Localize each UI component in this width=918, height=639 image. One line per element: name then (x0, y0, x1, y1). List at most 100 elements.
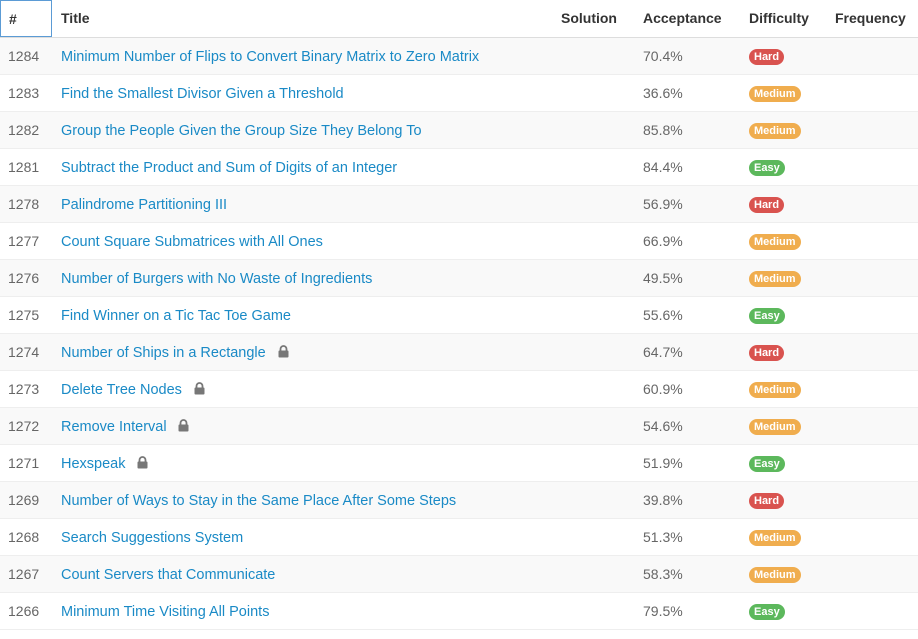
acceptance-rate: 85.8% (643, 122, 683, 138)
acceptance-rate: 54.6% (643, 418, 683, 434)
difficulty-cell: Easy (749, 149, 785, 186)
problem-title-link[interactable]: Find Winner on a Tic Tac Toe Game (61, 308, 291, 324)
difficulty-cell: Hard (749, 186, 785, 223)
problem-title-cell: Minimum Number of Flips to Convert Binar… (61, 38, 479, 75)
problem-title-link[interactable]: Number of Ships in a Rectangle (61, 345, 266, 361)
acceptance-rate: 51.3% (643, 529, 683, 545)
problem-title-link[interactable]: Find the Smallest Divisor Given a Thresh… (61, 86, 344, 102)
difficulty-cell: Easy (749, 445, 785, 482)
table-row: 1268 Search Suggestions System 51.3% Med… (0, 519, 918, 556)
problem-title-cell: Minimum Time Visiting All Points (61, 593, 269, 630)
problem-number: 1268 (8, 529, 40, 545)
problem-title-cell: Number of Ways to Stay in the Same Place… (61, 482, 456, 519)
difficulty-cell: Hard (749, 334, 785, 371)
problem-title-link[interactable]: Count Square Submatrices with All Ones (61, 234, 323, 250)
acceptance-rate: 49.5% (643, 270, 683, 286)
problem-title-cell: Delete Tree Nodes (61, 371, 205, 408)
difficulty-badge: Easy (749, 160, 785, 177)
problem-title-cell: Subtract the Product and Sum of Digits o… (61, 149, 397, 186)
difficulty-badge: Easy (749, 604, 785, 621)
acceptance-rate: 66.9% (643, 233, 683, 249)
problem-title-link[interactable]: Group the People Given the Group Size Th… (61, 123, 422, 139)
problem-title-link[interactable]: Minimum Number of Flips to Convert Binar… (61, 49, 479, 65)
table-row: 1267 Count Servers that Communicate 58.3… (0, 556, 918, 593)
difficulty-cell: Medium (749, 408, 801, 445)
difficulty-cell: Medium (749, 556, 801, 593)
problem-number: 1282 (8, 122, 40, 138)
problem-table: # Title Solution Acceptance Difficulty F… (0, 0, 918, 630)
problem-number: 1274 (8, 344, 40, 360)
problem-title-cell: Find Winner on a Tic Tac Toe Game (61, 297, 291, 334)
table-row: 1272 Remove Interval 54.6% Medium (0, 408, 918, 445)
difficulty-badge: Medium (749, 234, 801, 251)
difficulty-badge: Easy (749, 456, 785, 473)
difficulty-badge: Hard (749, 493, 785, 510)
column-header-difficulty-label: Difficulty (749, 10, 809, 26)
acceptance-rate: 56.9% (643, 196, 683, 212)
difficulty-cell: Medium (749, 223, 801, 260)
table-row: 1275 Find Winner on a Tic Tac Toe Game 5… (0, 297, 918, 334)
difficulty-badge: Medium (749, 86, 801, 103)
column-header-difficulty[interactable]: Difficulty (749, 0, 809, 37)
table-row: 1273 Delete Tree Nodes 60.9% Medium (0, 371, 918, 408)
column-header-acceptance[interactable]: Acceptance (643, 0, 722, 37)
column-header-number[interactable]: # (0, 0, 52, 37)
acceptance-rate: 58.3% (643, 566, 683, 582)
table-row: 1281 Subtract the Product and Sum of Dig… (0, 149, 918, 186)
difficulty-badge: Medium (749, 567, 801, 584)
problem-title-link[interactable]: Hexspeak (61, 456, 125, 472)
difficulty-cell: Medium (749, 260, 801, 297)
acceptance-rate: 70.4% (643, 48, 683, 64)
table-row: 1271 Hexspeak 51.9% Easy (0, 445, 918, 482)
problem-title-link[interactable]: Search Suggestions System (61, 530, 243, 546)
table-header: # Title Solution Acceptance Difficulty F… (0, 0, 918, 38)
lock-icon (278, 344, 289, 358)
problem-title-link[interactable]: Number of Burgers with No Waste of Ingre… (61, 271, 372, 287)
problem-title-cell: Find the Smallest Divisor Given a Thresh… (61, 75, 344, 112)
problem-number: 1275 (8, 307, 40, 323)
difficulty-badge: Medium (749, 271, 801, 288)
problem-number: 1277 (8, 233, 40, 249)
difficulty-badge: Hard (749, 345, 785, 362)
acceptance-rate: 39.8% (643, 492, 683, 508)
problem-title-link[interactable]: Count Servers that Communicate (61, 567, 275, 583)
column-header-title[interactable]: Title (61, 0, 90, 37)
problem-number: 1269 (8, 492, 40, 508)
table-row: 1282 Group the People Given the Group Si… (0, 112, 918, 149)
difficulty-badge: Hard (749, 49, 785, 66)
problem-number: 1272 (8, 418, 40, 434)
column-header-frequency[interactable]: Frequency (835, 0, 906, 37)
table-row: 1269 Number of Ways to Stay in the Same … (0, 482, 918, 519)
difficulty-cell: Medium (749, 112, 801, 149)
problem-number: 1266 (8, 603, 40, 619)
problem-number: 1281 (8, 159, 40, 175)
difficulty-badge: Medium (749, 123, 801, 140)
problem-number: 1284 (8, 48, 40, 64)
problem-title-link[interactable]: Subtract the Product and Sum of Digits o… (61, 160, 397, 176)
table-row: 1276 Number of Burgers with No Waste of … (0, 260, 918, 297)
problem-title-link[interactable]: Number of Ways to Stay in the Same Place… (61, 493, 456, 509)
difficulty-badge: Medium (749, 382, 801, 399)
difficulty-badge: Easy (749, 308, 785, 325)
problem-number: 1276 (8, 270, 40, 286)
problem-title-link[interactable]: Remove Interval (61, 419, 167, 435)
problem-title-link[interactable]: Minimum Time Visiting All Points (61, 604, 269, 620)
column-header-acceptance-label: Acceptance (643, 10, 722, 26)
acceptance-rate: 55.6% (643, 307, 683, 323)
problem-title-link[interactable]: Palindrome Partitioning III (61, 197, 227, 213)
problem-title-cell: Group the People Given the Group Size Th… (61, 112, 422, 149)
difficulty-cell: Easy (749, 593, 785, 630)
problem-number: 1278 (8, 196, 40, 212)
column-header-solution[interactable]: Solution (561, 0, 617, 37)
problem-title-cell: Count Servers that Communicate (61, 556, 275, 593)
acceptance-rate: 79.5% (643, 603, 683, 619)
lock-icon (178, 418, 189, 432)
difficulty-cell: Medium (749, 519, 801, 556)
problem-title-cell: Count Square Submatrices with All Ones (61, 223, 323, 260)
lock-icon (194, 381, 205, 395)
column-header-frequency-label: Frequency (835, 10, 906, 26)
column-header-number-label: # (9, 11, 17, 27)
table-row: 1277 Count Square Submatrices with All O… (0, 223, 918, 260)
acceptance-rate: 36.6% (643, 85, 683, 101)
problem-title-link[interactable]: Delete Tree Nodes (61, 382, 182, 398)
